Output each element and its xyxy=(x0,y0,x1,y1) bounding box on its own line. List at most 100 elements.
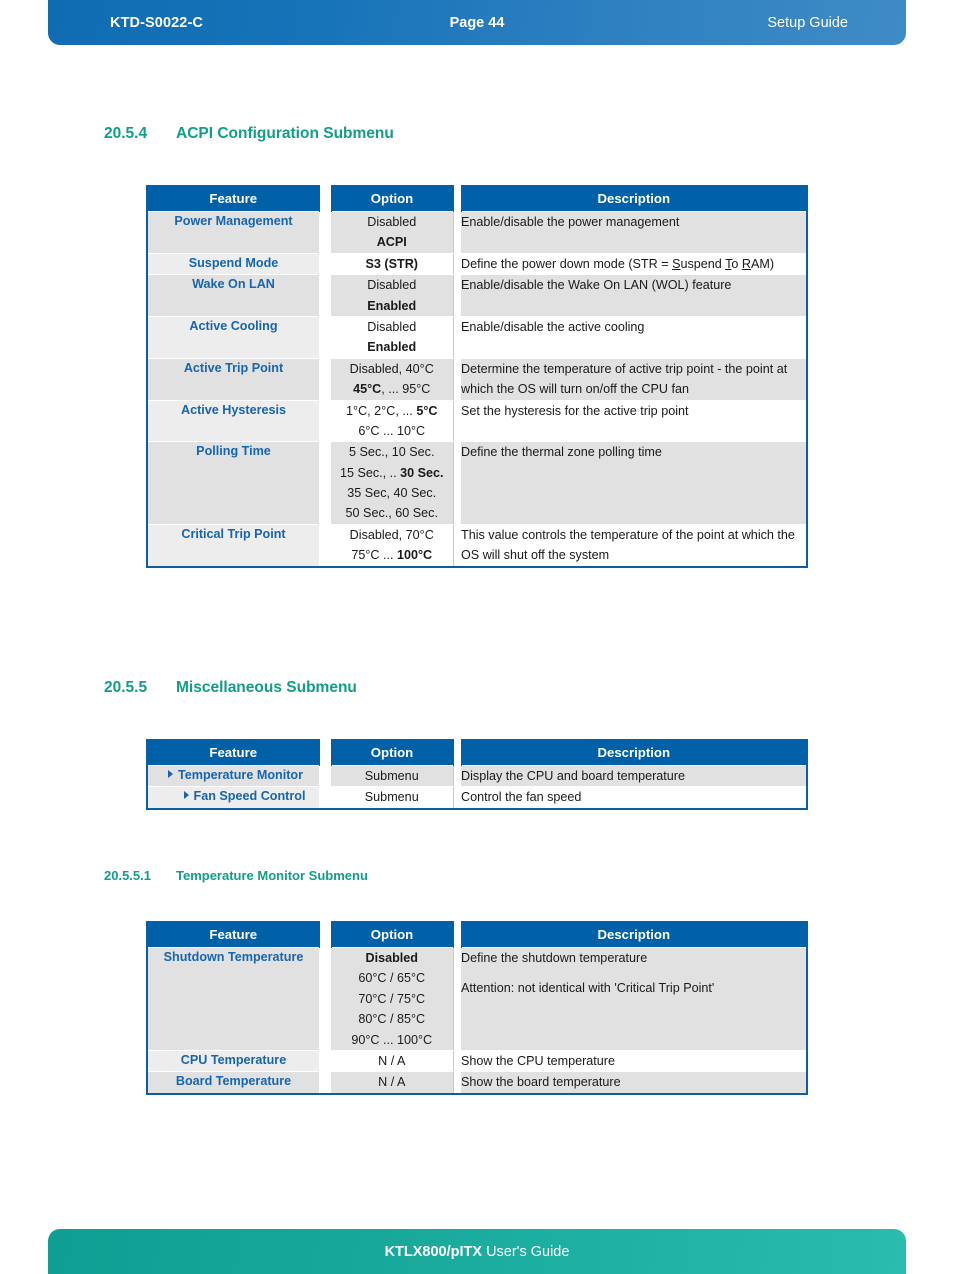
option-value: 50 Sec., 60 Sec. xyxy=(345,506,438,521)
cell-spacer xyxy=(452,786,461,810)
cell-spacer xyxy=(452,764,461,788)
cell-option: Disabled, 70°C 75°C ... 100°C xyxy=(331,523,453,568)
feature-label: Critical Trip Point xyxy=(181,526,286,541)
cell-description: Enable/disable the power management xyxy=(461,211,807,254)
section-block: 20.5.5.1 Temperature Monitor Submenu Featu… xyxy=(0,868,954,1095)
cell-option: N / A xyxy=(331,1071,453,1095)
cell-description: Define the shutdown temperature Attention… xyxy=(461,947,807,1051)
cell-spacer xyxy=(319,211,331,254)
cell-spacer xyxy=(319,947,331,1051)
section-heading: 20.5.5 Miscellaneous Submenu xyxy=(104,679,954,697)
table-row: Critical Trip Point Disabled, 70°C 75°C ..… xyxy=(147,523,807,568)
cell-feature: Fan Speed Control xyxy=(147,786,319,810)
feature-label: Board Temperature xyxy=(175,1074,292,1089)
column-header-feature: Feature xyxy=(147,185,319,212)
column-divider xyxy=(318,739,332,766)
cell-description: This value controls the temperature of t… xyxy=(461,523,807,568)
bios-settings-table: Feature Option Description Temperature Moni… xyxy=(146,739,808,810)
description-text: Enable/disable the active cooling xyxy=(461,319,645,334)
feature-label: Fan Speed Control xyxy=(193,789,306,804)
cell-spacer xyxy=(319,764,331,788)
cell-feature: Shutdown Temperature xyxy=(147,947,319,1051)
cell-spacer xyxy=(319,1049,331,1073)
cell-feature: Wake On LAN xyxy=(147,274,319,317)
cell-option: Submenu xyxy=(331,764,453,788)
cell-option: N / A xyxy=(331,1049,453,1073)
bios-settings-table: Feature Option Description Shutdown Tempera… xyxy=(146,921,808,1095)
description-text: Enable/disable the Wake On LAN (WOL) fea… xyxy=(461,278,732,293)
option-value: N / A xyxy=(378,1053,406,1068)
cell-spacer xyxy=(452,274,461,317)
feature-label: Suspend Mode xyxy=(188,255,279,270)
cell-description: Define the thermal zone polling time xyxy=(461,441,807,525)
option-value: 35 Sec, 40 Sec. xyxy=(347,486,437,501)
column-divider xyxy=(318,185,332,212)
table-row: Power Management Disabled ACPI Enable/disab… xyxy=(147,211,807,254)
table-row: Board Temperature N / A Show the board tem… xyxy=(147,1071,807,1095)
description-text: Define the shutdown temperature xyxy=(461,951,648,965)
column-header-option: Option xyxy=(331,185,453,212)
option-value: Disabled, 40°C xyxy=(349,361,434,376)
feature-label: Polling Time xyxy=(196,444,271,459)
description-text: Show the board temperature xyxy=(461,1075,621,1090)
cell-spacer xyxy=(452,357,461,401)
cell-option: 1°C, 2°C, ... 5°C 6°C ... 10°C xyxy=(331,399,453,443)
column-divider xyxy=(452,921,462,948)
cell-feature: Power Management xyxy=(147,211,319,254)
column-divider xyxy=(452,739,462,766)
cell-spacer xyxy=(452,1049,461,1073)
header-guide-label: Setup Guide xyxy=(767,14,848,31)
section-title: Miscellaneous Submenu xyxy=(176,679,357,696)
cell-spacer xyxy=(319,523,331,568)
option-value: Submenu xyxy=(364,790,419,805)
bios-settings-table: Feature Option Description Power Management… xyxy=(146,185,808,568)
table-header-row: Feature Option Description xyxy=(147,739,807,766)
cell-spacer xyxy=(452,211,461,254)
footer-guide-suffix: User's Guide xyxy=(486,1243,570,1260)
feature-label: Active Trip Point xyxy=(183,360,284,375)
cell-description: Enable/disable the Wake On LAN (WOL) fea… xyxy=(461,274,807,317)
description-text: Define the thermal zone polling time xyxy=(461,445,662,460)
cell-feature: Board Temperature xyxy=(147,1071,319,1095)
option-value: 1°C, 2°C, ... 5°C xyxy=(346,403,438,418)
option-value: Enabled xyxy=(367,298,417,313)
page-footer: KTLX800/pITX User's Guide xyxy=(48,1229,906,1274)
cell-description: Define the power down mode (STR = Suspen… xyxy=(461,252,807,276)
option-value: N / A xyxy=(378,1075,406,1090)
option-value: Disabled, 70°C xyxy=(349,527,434,542)
section-title: ACPI Configuration Submenu xyxy=(176,125,394,142)
section-heading: 20.5.4 ACPI Configuration Submenu xyxy=(104,125,954,143)
option-value: 70°C / 75°C xyxy=(358,991,426,1006)
cell-option: 5 Sec., 10 Sec. 15 Sec., .. 30 Sec. 35 Sec… xyxy=(331,441,453,525)
bios-settings-table-wrapper: Feature Option Description Power Management… xyxy=(146,185,954,568)
feature-label: Temperature Monitor xyxy=(177,768,303,782)
cell-option: Disabled ACPI xyxy=(331,211,453,254)
option-value: Disabled xyxy=(367,278,417,293)
option-value: Enabled xyxy=(367,340,417,355)
table-row: Active Hysteresis 1°C, 2°C, ... 5°C 6°C ..… xyxy=(147,399,807,443)
cell-spacer xyxy=(319,1071,331,1095)
table-header-row: Feature Option Description xyxy=(147,921,807,948)
section-block: 20.5.4 ACPI Configuration Submenu Feature O… xyxy=(0,125,954,568)
option-value: Disabled xyxy=(367,319,417,334)
feature-label: Shutdown Temperature xyxy=(163,950,304,964)
cell-feature: Active Cooling xyxy=(147,315,319,359)
cell-spacer xyxy=(319,315,331,359)
feature-label: Wake On LAN xyxy=(192,277,275,292)
table-row: Temperature Monitor Submenu Display the CP… xyxy=(147,764,807,788)
cell-description: Set the hysteresis for the active trip p… xyxy=(461,399,807,443)
description-text: This value controls the temperature of t… xyxy=(461,527,795,563)
column-header-feature: Feature xyxy=(147,739,319,766)
column-header-description: Description xyxy=(461,185,807,212)
feature-label: Active Hysteresis xyxy=(180,402,286,417)
cell-spacer xyxy=(452,1071,461,1095)
option-value: ACPI xyxy=(376,235,407,250)
cell-feature: Active Trip Point xyxy=(147,357,319,401)
cell-description: Control the fan speed xyxy=(461,786,807,810)
cell-option: Disabled 60°C / 65°C 70°C / 75°C 80°C / 85°… xyxy=(331,947,453,1051)
column-header-option: Option xyxy=(331,739,453,766)
option-value: 6°C ... 10°C xyxy=(358,423,426,438)
cell-feature: Active Hysteresis xyxy=(147,399,319,443)
table-row: Shutdown Temperature Disabled 60°C / 65°C 7… xyxy=(147,947,807,1051)
page-header: KTD-S0022-C Page 44 Setup Guide xyxy=(48,0,906,45)
